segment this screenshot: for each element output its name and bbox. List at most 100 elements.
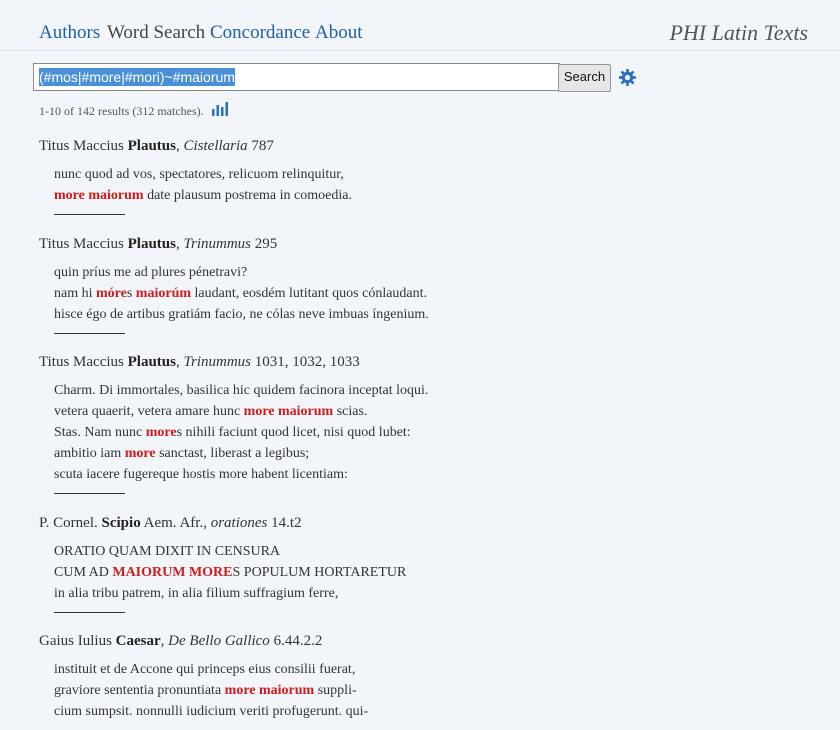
result-divider <box>54 493 125 494</box>
nav-item-word-search[interactable]: Word Search <box>107 22 205 44</box>
result-citation[interactable]: P. Cornel. Scipio Aem. Afr., orationes 1… <box>39 513 799 533</box>
text-line: quin príus me ad plures pénetravi? <box>54 262 799 283</box>
text-line: nam hi móres maiorúm laudant, eosdém lut… <box>54 283 799 304</box>
result-citation[interactable]: Titus Maccius Plautus, Trinummus 295 <box>39 234 799 254</box>
results-summary: 1-10 of 142 results (312 matches). <box>39 104 204 118</box>
text-line: Stas. Nam nunc mores nihili faciunt quod… <box>54 422 799 443</box>
match-highlight: more maiorum <box>54 188 144 203</box>
text-segment: hisce égo de artibus gratiám facio, ne c… <box>54 307 429 322</box>
text-segment: s nihili faciunt quod licet, nisi quod l… <box>176 425 411 440</box>
text-segment: scias. <box>333 404 368 419</box>
citation-work: Trinummus <box>183 354 252 370</box>
citation-author: Scipio <box>101 515 141 531</box>
search-query-text: (#mos|#more|#mori)~#maiorum <box>39 68 235 86</box>
text-line: more maiorum date plausum postrema in co… <box>54 185 799 206</box>
text-line: vetera quaerit, vetera amare hunc more m… <box>54 401 799 422</box>
result-divider <box>54 612 125 613</box>
top-nav: Authors Word Search Concordance About PH… <box>0 0 840 51</box>
text-segment: in alia tribu patrem, in alia filium suf… <box>54 586 339 601</box>
text-segment: date plausum postrema in comoedia. <box>143 188 352 203</box>
result-entry: P. Cornel. Scipio Aem. Afr., orationes 1… <box>39 513 799 613</box>
result-entry: Titus Maccius Plautus, Cistellaria 787 nu… <box>39 136 799 215</box>
search-button[interactable]: Search <box>558 64 611 92</box>
citation-location: 6.44.2.2 <box>269 633 323 649</box>
text-segment: CUM AD <box>54 565 113 580</box>
text-segment: vetera quaerit, vetera amare hunc <box>54 404 244 419</box>
citation-work: Trinummus <box>183 236 252 252</box>
gear-icon[interactable] <box>618 68 637 87</box>
text-line: Charm. Di immortales, basilica hic quide… <box>54 380 799 401</box>
citation-location: 1031, 1032, 1033 <box>251 354 360 370</box>
citation-location: 295 <box>251 236 278 252</box>
citation-work: De Bello Gallico <box>168 633 270 649</box>
result-text: ORATIO QUAM DIXIT IN CENSURA CUM AD MAIOR… <box>54 541 799 604</box>
text-segment: s <box>126 286 136 301</box>
text-segment: graviore sententia pronuntiata <box>54 683 225 698</box>
text-segment: nunc quod ad vos, spectatores, relicuom … <box>54 167 344 182</box>
result-text: nunc quod ad vos, spectatores, relicuom … <box>54 164 799 206</box>
result-entry: Titus Maccius Plautus, Trinummus 1031, 1… <box>39 352 799 494</box>
text-segment: S POPULUM HORTARETUR <box>232 565 407 580</box>
nav-link-authors[interactable]: Authors <box>39 22 100 44</box>
text-line: in alia tribu patrem, in alia filium suf… <box>54 583 799 604</box>
text-segment: ORATIO QUAM DIXIT IN CENSURA <box>54 544 281 559</box>
citation-author: Plautus <box>127 354 176 370</box>
text-line: ORATIO QUAM DIXIT IN CENSURA <box>54 541 799 562</box>
nav-link-about[interactable]: About <box>315 22 363 44</box>
citation-author: Caesar <box>115 633 161 649</box>
result-citation[interactable]: Gaius Iulius Caesar, De Bello Gallico 6.… <box>39 631 799 651</box>
text-segment: quin príus me ad plures pénetravi? <box>54 265 248 280</box>
text-line: ambitio iam more sanctast, liberast a le… <box>54 443 799 464</box>
text-line: hisce égo de artibus gratiám facio, ne c… <box>54 304 799 325</box>
citation-author: Plautus <box>127 236 176 252</box>
text-line: nunc quod ad vos, spectatores, relicuom … <box>54 164 799 185</box>
match-highlight: more <box>124 446 156 461</box>
site-brand: PHI Latin Texts <box>669 20 808 45</box>
citation-author: Plautus <box>127 138 176 154</box>
citation-author-prefix: Titus Maccius <box>39 138 128 154</box>
text-segment: nam hi <box>54 286 96 301</box>
citation-location: 14.t2 <box>267 515 302 531</box>
text-segment: Charm. Di immortales, basilica hic quide… <box>54 383 429 398</box>
match-highlight: MAIORUM MORE <box>112 565 233 580</box>
text-segment: scuta iacere fugereque hostis more haben… <box>54 467 348 482</box>
citation-location: 787 <box>247 138 274 154</box>
text-segment: sanctast, liberast a legibus; <box>155 446 310 461</box>
text-line: instituit et de Accone qui princeps eius… <box>54 659 799 680</box>
citation-separator: Aem. Afr., <box>140 515 211 531</box>
result-divider <box>54 214 125 215</box>
text-line: CUM AD MAIORUM MORES POPULUM HORTARETUR <box>54 562 799 583</box>
text-line: graviore sententia pronuntiata more maio… <box>54 680 799 701</box>
result-citation[interactable]: Titus Maccius Plautus, Cistellaria 787 <box>39 136 799 156</box>
result-citation[interactable]: Titus Maccius Plautus, Trinummus 1031, 1… <box>39 352 799 372</box>
match-highlight: more maiorum <box>243 404 334 419</box>
nav-link-concordance[interactable]: Concordance <box>210 22 310 44</box>
result-entry: Gaius Iulius Caesar, De Bello Gallico 6.… <box>39 631 799 722</box>
match-highlight: maiorúm <box>135 286 192 301</box>
match-highlight: more maiorum <box>224 683 315 698</box>
citation-author-prefix: Titus Maccius <box>39 354 128 370</box>
text-segment: instituit et de Accone qui princeps eius… <box>54 662 356 677</box>
bar-chart-icon[interactable] <box>212 102 228 116</box>
match-highlight: móre <box>96 286 127 301</box>
citation-author-prefix: Gaius Iulius <box>39 633 116 649</box>
search-input[interactable]: (#mos|#more|#mori)~#maiorum <box>33 63 560 91</box>
text-segment: ambitio iam <box>54 446 125 461</box>
citation-author-prefix: P. Cornel. <box>39 515 102 531</box>
citation-work: Cistellaria <box>183 138 248 154</box>
text-segment: suppli- <box>314 683 357 698</box>
citation-author-prefix: Titus Maccius <box>39 236 128 252</box>
text-line: cium sumpsit. nonnulli iudicium veriti p… <box>54 701 799 722</box>
text-segment: Stas. Nam nunc <box>54 425 146 440</box>
text-segment: cium sumpsit. nonnulli iudicium veriti p… <box>54 704 369 719</box>
result-text: instituit et de Accone qui princeps eius… <box>54 659 799 722</box>
match-highlight: more <box>145 425 177 440</box>
text-segment: laudant, eosdém lutitant quos cónlaudant… <box>191 286 428 301</box>
search-row: (#mos|#more|#mori)~#maiorum Search <box>33 63 653 92</box>
result-text: Charm. Di immortales, basilica hic quide… <box>54 380 799 485</box>
citation-work: orationes <box>210 515 268 531</box>
text-line: scuta iacere fugereque hostis more haben… <box>54 464 799 485</box>
result-divider <box>54 333 125 334</box>
result-entry: Titus Maccius Plautus, Trinummus 295 quin… <box>39 234 799 334</box>
result-text: quin príus me ad plures pénetravi? nam hi… <box>54 262 799 325</box>
